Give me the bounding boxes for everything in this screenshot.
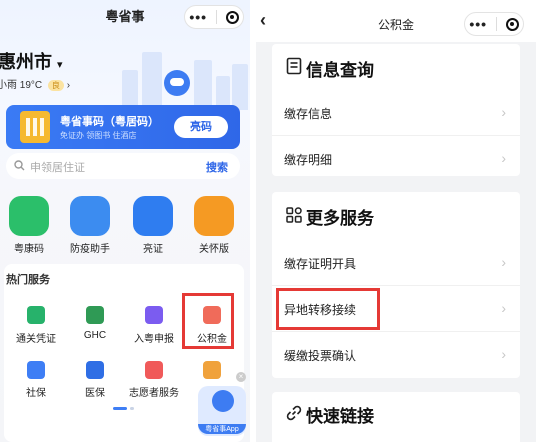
grid-icon xyxy=(286,207,302,223)
mini-program-capsule[interactable]: ••• xyxy=(184,5,244,29)
close-miniprogram-icon[interactable] xyxy=(505,17,519,31)
nav-bar: ‹ 公积金 ••• xyxy=(256,0,536,42)
service-label: 通关凭证 xyxy=(16,334,56,345)
capsule-divider xyxy=(495,17,497,31)
search-bar[interactable]: 申领居住证 搜索 xyxy=(6,153,240,179)
document-icon xyxy=(286,57,302,75)
floating-mascot[interactable]: 粤省事App xyxy=(198,386,246,436)
city-name: 惠州市 xyxy=(0,52,52,72)
service-label: 志愿者服务 xyxy=(129,388,179,399)
page-indicator-active xyxy=(113,407,127,410)
highlight-box xyxy=(276,288,380,330)
section-title: 信息查询 xyxy=(306,61,374,80)
capsule-divider xyxy=(215,10,217,24)
section-title: 快速链接 xyxy=(306,407,374,426)
close-miniprogram-icon[interactable] xyxy=(225,10,239,24)
weather-info[interactable]: 小雨 19°C 良 › xyxy=(0,76,70,91)
air-quality-badge: 良 xyxy=(47,80,64,91)
section-title: 更多服务 xyxy=(306,209,374,228)
chevron-right-icon: › xyxy=(66,80,71,91)
link-icon xyxy=(286,405,302,421)
list-item-label: 缴存证明开具 xyxy=(284,257,357,271)
service-label: 医保 xyxy=(85,388,105,399)
health-code-card[interactable]: 粤省事码（粤居码） 免证办 领图书 住酒店 亮码 xyxy=(6,105,240,149)
chevron-right-icon: › xyxy=(501,300,506,316)
more-icon[interactable]: ••• xyxy=(189,10,207,24)
back-icon[interactable]: ‹ xyxy=(260,10,266,31)
right-phone-screen: ‹ 公积金 ••• 信息查询 缴存信息 › 缴存明细 › 更多服务 缴存证明开具… xyxy=(256,0,536,442)
chevron-right-icon: › xyxy=(501,346,506,362)
chevron-right-icon: › xyxy=(501,150,506,166)
list-item-label: 缴存信息 xyxy=(284,107,333,121)
more-icon[interactable]: ••• xyxy=(469,17,487,31)
quick-item-label: 关怀版 xyxy=(199,244,229,255)
weather-text: 小雨 19°C xyxy=(0,80,43,91)
mini-program-capsule[interactable]: ••• xyxy=(464,12,524,36)
health-code-icon[interactable] xyxy=(9,196,49,236)
card-subtitle: 免证办 领图书 住酒店 xyxy=(60,131,137,140)
list-item[interactable]: 缴存信息 › xyxy=(272,90,520,136)
search-button[interactable]: 搜索 xyxy=(206,159,228,175)
app-download-badge: 粤省事App xyxy=(198,424,246,434)
qr-code-icon xyxy=(20,111,50,143)
mascot-icon xyxy=(212,390,234,412)
volunteer-icon[interactable] xyxy=(145,361,163,379)
page-indicator xyxy=(130,407,134,410)
care-mode-icon[interactable] xyxy=(194,196,234,236)
social-security-icon[interactable] xyxy=(27,361,45,379)
list-item-label: 缓缴投票确认 xyxy=(284,349,357,363)
ghc-icon[interactable] xyxy=(86,306,104,324)
tax-icon[interactable] xyxy=(203,361,221,379)
more-services-section: 更多服务 缴存证明开具 › 异地转移接续 › 缓缴投票确认 › xyxy=(272,192,520,378)
hot-services-title: 热门服务 xyxy=(6,274,50,286)
highlight-box xyxy=(182,293,234,349)
customs-pass-icon[interactable] xyxy=(27,306,45,324)
page-title: 公积金 xyxy=(377,18,414,32)
show-code-button[interactable]: 亮码 xyxy=(174,116,228,138)
chevron-down-icon: ▾ xyxy=(57,59,63,71)
quick-item-label: 粤康码 xyxy=(14,244,44,255)
left-phone-screen: 粤省事 ••• 惠州市 ▾ 小雨 19°C 良 › 粤省事码（粤居码） 免证办 … xyxy=(0,0,250,442)
quick-item-label: 亮证 xyxy=(143,244,163,255)
list-item-label: 缴存明细 xyxy=(284,153,333,167)
search-icon xyxy=(14,160,25,171)
info-query-section: 信息查询 缴存信息 › 缴存明细 › xyxy=(272,44,520,176)
close-icon[interactable]: × xyxy=(236,372,246,382)
list-item[interactable]: 缓缴投票确认 › xyxy=(272,332,520,378)
list-item[interactable]: 缴存证明开具 › xyxy=(272,240,520,286)
city-selector[interactable]: 惠州市 ▾ xyxy=(0,48,63,74)
list-item[interactable]: 缴存明细 › xyxy=(272,136,520,182)
entry-declaration-icon[interactable] xyxy=(145,306,163,324)
chevron-right-icon: › xyxy=(501,254,506,270)
id-card-icon[interactable] xyxy=(133,196,173,236)
quick-links-section: 快速链接 xyxy=(272,392,520,442)
chevron-right-icon: › xyxy=(501,104,506,120)
service-label: 社保 xyxy=(26,388,46,399)
epidemic-helper-icon[interactable] xyxy=(70,196,110,236)
medical-insurance-icon[interactable] xyxy=(86,361,104,379)
service-label: GHC xyxy=(83,330,107,341)
quick-item-label: 防疫助手 xyxy=(70,244,110,255)
service-label: 入粤申报 xyxy=(134,334,174,345)
city-illustration xyxy=(120,40,250,110)
search-input[interactable]: 申领居住证 xyxy=(30,159,85,175)
card-title: 粤省事码（粤居码） xyxy=(60,116,159,128)
